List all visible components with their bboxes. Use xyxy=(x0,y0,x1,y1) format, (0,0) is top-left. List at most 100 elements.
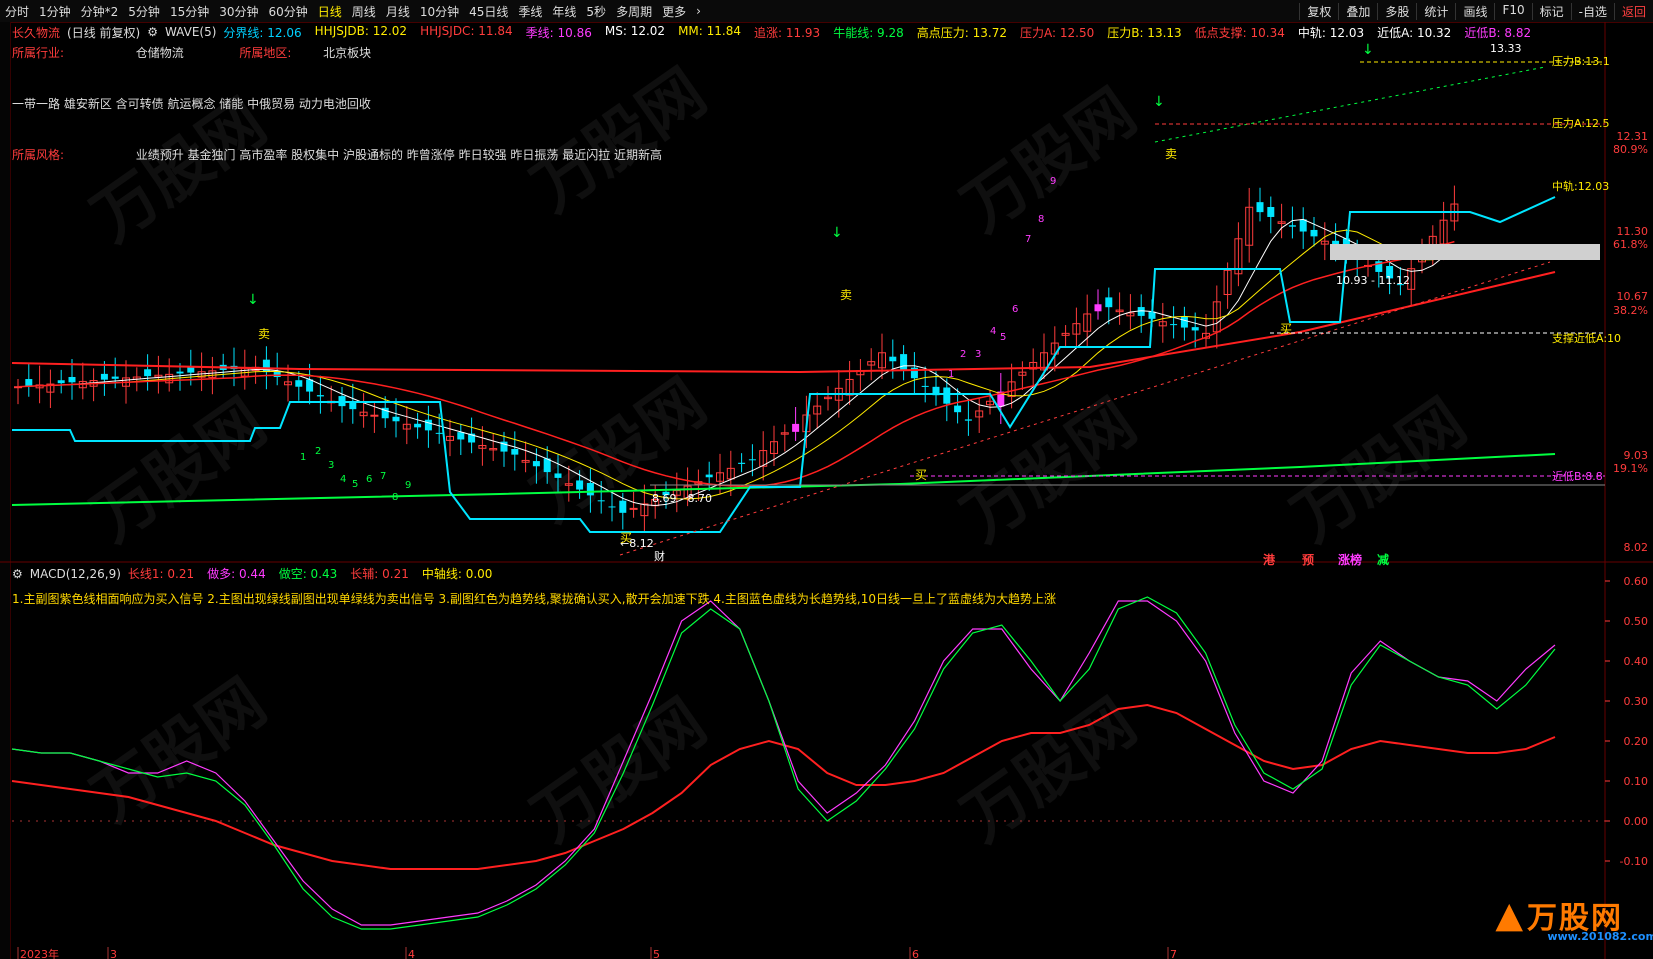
count-number: 3 xyxy=(975,349,981,360)
macd-axis-label: 0.50 xyxy=(1624,615,1649,628)
period-tab[interactable]: 45日线 xyxy=(464,3,513,20)
tag-yu: 预 xyxy=(1302,553,1315,567)
candle-body xyxy=(576,480,584,490)
macd-legend: ⚙ MACD(12,26,9) 长线1: 0.21 做多: 0.44 做空: 0.4… xyxy=(12,565,506,582)
legend-value: 长线1: 0.21 xyxy=(127,567,195,581)
price-axis-label: 80.9% xyxy=(1613,143,1648,156)
period-tab[interactable]: 月线 xyxy=(381,3,415,20)
period-tab[interactable]: 10分钟 xyxy=(415,3,464,20)
period-tab[interactable]: 日线 xyxy=(313,3,347,20)
period-tab[interactable]: 多周期 xyxy=(611,3,657,20)
buy-signal: 买 xyxy=(1280,322,1292,336)
legend-value: MM: 11.84 xyxy=(678,23,741,38)
candle-body xyxy=(532,461,540,467)
down-arrow-icon: ↓ xyxy=(1362,42,1374,58)
period-tab[interactable]: 5分钟 xyxy=(123,3,165,20)
count-number: 4 xyxy=(340,474,346,485)
candle-body xyxy=(316,395,324,397)
period-tab[interactable]: 分时 xyxy=(0,3,34,20)
concepts-row: 一带一路 雄安新区 含可转债 航运概念 储能 中俄贸易 动力电池回收 xyxy=(12,97,371,111)
green-trend-line xyxy=(11,453,1556,506)
toolbar-right: 复权 叠加 多股 统计 画线 F10 标记 -自选 返回 xyxy=(1299,0,1653,22)
period-tabs: 分时 1分钟 分钟*2 5分钟 15分钟 30分钟 60分钟 日线 周线 月线 10分钟 45日线 季线… xyxy=(0,3,691,20)
period-tab[interactable]: 周线 xyxy=(347,3,381,20)
candle-body xyxy=(921,385,929,387)
count-number: 5 xyxy=(352,479,358,490)
price-axis-label: 10.67 xyxy=(1617,290,1649,303)
legend-value: 长辅: 0.21 xyxy=(350,567,409,581)
tag-gang: 港 xyxy=(1263,553,1276,567)
macd-axis-label: 0.30 xyxy=(1624,695,1649,708)
green-trend-dotted xyxy=(1154,66,1546,143)
candle-body xyxy=(100,373,108,380)
macd-name[interactable]: MACD(12,26,9) xyxy=(30,567,121,581)
toolbar-button[interactable]: -自选 xyxy=(1570,2,1614,20)
time-axis-label: 2023年 xyxy=(20,947,59,959)
brand-logo: ▲ 万股网 www.201082.com xyxy=(1495,894,1653,944)
count-number: 9 xyxy=(405,480,411,491)
more-chevron-icon[interactable]: › xyxy=(691,4,706,18)
period-tab[interactable]: 30分钟 xyxy=(214,3,263,20)
period-tab[interactable]: 更多 xyxy=(657,3,691,20)
period-tab[interactable]: 季线 xyxy=(513,3,547,20)
back-button[interactable]: 返回 xyxy=(1613,2,1653,20)
candle-body xyxy=(1288,225,1296,227)
candle-body xyxy=(619,500,627,513)
legend-value: 做多: 0.44 xyxy=(207,567,266,581)
toolbar-button[interactable]: 复权 xyxy=(1299,2,1338,20)
indicator-name[interactable]: WAVE(5) xyxy=(165,25,216,39)
count-number: 7 xyxy=(1025,234,1031,245)
count-number: 1 xyxy=(300,452,306,463)
toolbar-button[interactable]: 标记 xyxy=(1531,2,1571,20)
period-tab[interactable]: 15分钟 xyxy=(165,3,214,20)
candle-body xyxy=(68,376,76,383)
macd-values: 长线1: 0.21 做多: 0.44 做空: 0.43 长辅: 0.21 中轴线: 0.… xyxy=(128,565,500,582)
period-tab[interactable]: 5秒 xyxy=(581,3,611,20)
candle-body xyxy=(370,414,379,417)
settings-icon[interactable]: ⚙ xyxy=(12,567,23,581)
buy-signal: 买 xyxy=(620,531,632,545)
candle-body xyxy=(295,380,303,387)
range-label: 8.69 - 8.70 xyxy=(652,492,712,505)
toolbar-button[interactable]: 统计 xyxy=(1416,2,1455,20)
macd-axis-label: 0.20 xyxy=(1624,735,1649,748)
macd-axis-label: 0.60 xyxy=(1624,575,1649,588)
legend-value: 中轨: 12.03 xyxy=(1297,25,1365,40)
candle-body xyxy=(511,449,519,455)
down-arrow-icon: ↓ xyxy=(247,292,259,308)
macd-short-line xyxy=(11,596,1556,930)
level-label: 近低B:8.8 xyxy=(1552,470,1603,483)
tag-zhangbang: 涨榜 xyxy=(1338,553,1363,567)
toolbar-button[interactable]: 画线 xyxy=(1455,2,1494,20)
candle-body xyxy=(1094,304,1102,312)
level-label: 支撑近低A:10 xyxy=(1552,331,1621,345)
gear-icon[interactable]: ⚙ xyxy=(147,25,158,39)
candle-body xyxy=(889,356,897,362)
legend-value: 牛能线: 9.28 xyxy=(833,25,904,40)
ma10-line xyxy=(17,229,1455,500)
price-axis-label: 38.2% xyxy=(1613,304,1648,317)
toolbar-button[interactable]: F10 xyxy=(1494,2,1531,20)
ma20-line xyxy=(17,240,1455,488)
style-value: 业绩预升 基金独门 高市盈率 股权集中 沪股通标的 昨曾涨停 昨日较强 昨日振荡… xyxy=(135,148,663,162)
candle-body xyxy=(57,380,65,384)
period-tab[interactable]: 分钟*2 xyxy=(76,3,124,20)
candle-body xyxy=(1191,327,1199,331)
high-price-label: 13.33 xyxy=(1490,42,1522,55)
legend-value: 高点压力: 13.72 xyxy=(916,25,1007,40)
period-tab[interactable]: 60分钟 xyxy=(264,3,313,20)
grey-band xyxy=(1330,244,1600,260)
candle-body xyxy=(738,462,746,464)
indicator-values: 分界线: 12.06 HHJSJDB: 12.02 HHJSJDC: 11.84 季线… xyxy=(223,24,1538,41)
legend-value: HHJSJDC: 11.84 xyxy=(420,23,513,38)
candle-body xyxy=(1105,297,1113,308)
toolbar-button[interactable]: 叠加 xyxy=(1338,2,1377,20)
legend-value: 近低A: 10.32 xyxy=(1377,25,1452,40)
period-tab[interactable]: 1分钟 xyxy=(34,3,76,20)
candle-body xyxy=(608,506,616,508)
industry-value: 仓储物流 xyxy=(135,46,184,60)
period-tab[interactable]: 年线 xyxy=(547,3,581,20)
candle-body xyxy=(1299,219,1307,232)
stock-name: 长久物流 xyxy=(12,25,61,40)
toolbar-button[interactable]: 多股 xyxy=(1377,2,1416,20)
